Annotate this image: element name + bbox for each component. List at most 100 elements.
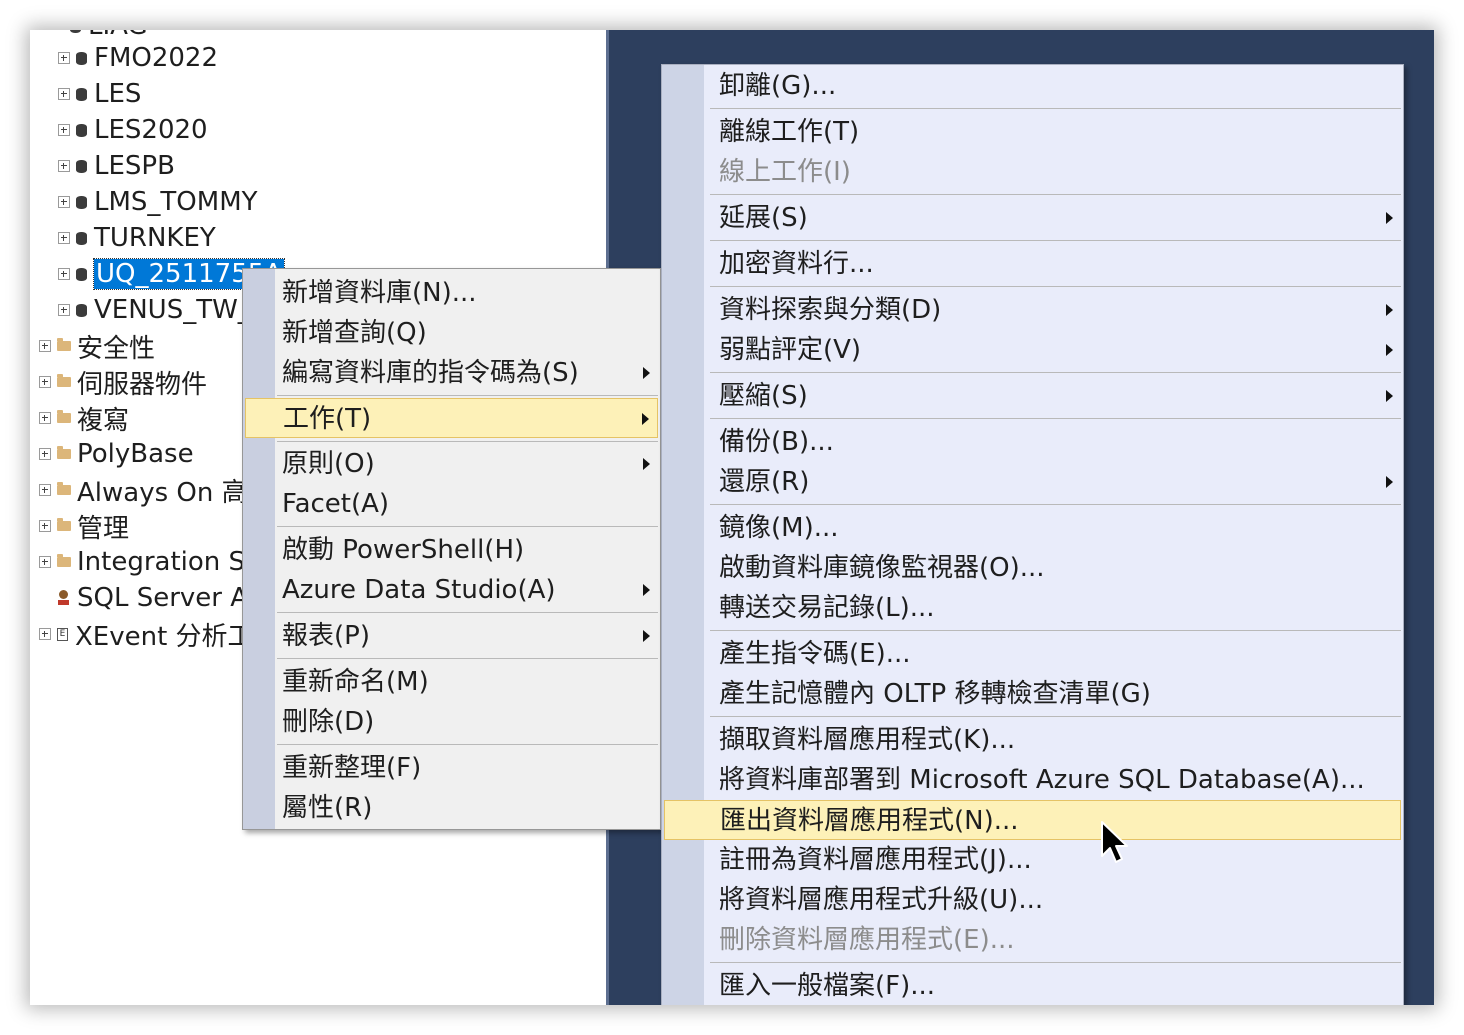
expand-icon[interactable] xyxy=(39,376,51,388)
menu-separator xyxy=(710,108,1401,109)
menu-item-take-offline[interactable]: 離線工作(T) xyxy=(664,112,1401,152)
menu-item-vulnerability-assessment[interactable]: 弱點評定(V) xyxy=(664,330,1401,370)
tree-item-database[interactable]: LMS_TOMMY xyxy=(58,184,258,220)
menu-item-shrink[interactable]: 壓縮(S) xyxy=(664,376,1401,416)
expand-icon[interactable] xyxy=(39,484,51,496)
menu-item-bring-online[interactable]: 線上工作(I) xyxy=(664,152,1401,192)
expand-icon[interactable] xyxy=(39,556,51,568)
tree-item-database[interactable]: LES2020 xyxy=(58,112,208,148)
menu-item-detach[interactable]: 卸離(G)... xyxy=(664,66,1401,106)
tree-item-label: Integration Se xyxy=(77,547,262,577)
database-icon xyxy=(76,231,87,245)
tree-item-label: XEvent 分析工 xyxy=(75,621,254,652)
menu-item-backup[interactable]: 備份(B)... xyxy=(664,422,1401,462)
expand-icon[interactable] xyxy=(58,304,70,316)
expand-icon[interactable] xyxy=(39,628,51,640)
expand-icon[interactable] xyxy=(58,160,70,172)
menu-item-import-flat-file[interactable]: 匯入一般檔案(F)... xyxy=(664,966,1401,1005)
menu-item-start-powershell[interactable]: 啟動 PowerShell(H) xyxy=(245,530,658,570)
xevent-icon: E xyxy=(57,627,68,641)
expand-icon[interactable] xyxy=(58,232,70,244)
menu-separator xyxy=(710,418,1401,419)
menu-item-stretch[interactable]: 延展(S) xyxy=(664,198,1401,238)
tree-item-management[interactable]: 管理 xyxy=(39,508,129,544)
menu-item-register-data-tier-app[interactable]: 註冊為資料層應用程式(J)... xyxy=(664,840,1401,880)
menu-item-azure-data-studio[interactable]: Azure Data Studio(A) xyxy=(245,570,658,610)
menu-item-extract-data-tier-app[interactable]: 擷取資料層應用程式(K)... xyxy=(664,720,1401,760)
database-context-menu: 新增資料庫(N)... 新增查詢(Q) 編寫資料庫的指令碼為(S) 工作(T) … xyxy=(242,268,661,830)
agent-icon xyxy=(57,590,71,606)
expand-icon[interactable] xyxy=(58,196,70,208)
database-icon xyxy=(76,123,87,137)
menu-item-deploy-to-azure-sql[interactable]: 將資料庫部署到 Microsoft Azure SQL Database(A).… xyxy=(664,760,1401,800)
expand-icon[interactable] xyxy=(58,52,70,64)
tree-item-label: FMO2022 xyxy=(94,43,219,73)
tree-item-server-objects[interactable]: 伺服器物件 xyxy=(39,364,207,400)
menu-item-ship-transaction-logs[interactable]: 轉送交易記錄(L)... xyxy=(664,588,1401,628)
menu-item-delete[interactable]: 刪除(D) xyxy=(245,702,658,742)
menu-item-upgrade-data-tier-app[interactable]: 將資料層應用程式升級(U)... xyxy=(664,880,1401,920)
database-icon xyxy=(76,303,87,317)
menu-item-properties[interactable]: 屬性(R) xyxy=(245,788,658,828)
tree-item-replication[interactable]: 複寫 xyxy=(39,400,129,436)
menu-item-policies[interactable]: 原則(O) xyxy=(245,444,658,484)
database-icon xyxy=(76,267,87,281)
menu-item-refresh[interactable]: 重新整理(F) xyxy=(245,748,658,788)
tree-item-xevent[interactable]: E XEvent 分析工 xyxy=(39,616,254,652)
menu-separator xyxy=(710,240,1401,241)
menu-item-data-discovery[interactable]: 資料探索與分類(D) xyxy=(664,290,1401,330)
tree-item-integration-services[interactable]: Integration Se xyxy=(39,544,261,580)
menu-item-launch-mirroring-monitor[interactable]: 啟動資料庫鏡像監視器(O)... xyxy=(664,548,1401,588)
submenu-arrow-icon xyxy=(1386,476,1393,488)
tree-item-database[interactable]: LESPB xyxy=(58,148,175,184)
tree-item-database[interactable]: LES xyxy=(58,76,141,112)
tree-item-database[interactable]: TURNKEY xyxy=(58,220,216,256)
expand-icon[interactable] xyxy=(39,340,51,352)
expand-icon[interactable] xyxy=(58,268,70,280)
menu-item-reports[interactable]: 報表(P) xyxy=(245,616,658,656)
menu-item-encrypt-columns[interactable]: 加密資料行... xyxy=(664,244,1401,284)
expand-icon[interactable] xyxy=(58,88,70,100)
tree-item-label: PolyBase xyxy=(77,439,194,469)
menu-item-export-data-tier-app[interactable]: 匯出資料層應用程式(N)... xyxy=(664,800,1401,840)
menu-item-generate-scripts[interactable]: 產生指令碼(E)... xyxy=(664,634,1401,674)
tree-item-always-on[interactable]: Always On 高可 xyxy=(39,472,274,508)
expand-icon[interactable] xyxy=(39,520,51,532)
database-icon xyxy=(70,30,81,33)
tree-item-label: 安全性 xyxy=(77,333,156,364)
menu-item-oltp-migration-checklist[interactable]: 產生記憶體內 OLTP 移轉檢查清單(G) xyxy=(664,674,1401,714)
menu-separator xyxy=(710,504,1401,505)
expand-icon[interactable] xyxy=(39,412,51,424)
menu-item-facets[interactable]: Facet(A) xyxy=(245,484,658,524)
tree-item-label: 伺服器物件 xyxy=(77,369,208,400)
expand-icon[interactable] xyxy=(58,124,70,136)
menu-item-mirror[interactable]: 鏡像(M)... xyxy=(664,508,1401,548)
menu-separator xyxy=(710,286,1401,287)
screenshot-frame: LIAG FMO2022 LES LES2020 LESPB LMS_TOMMY xyxy=(30,30,1434,1005)
menu-item-delete-data-tier-app[interactable]: 刪除資料層應用程式(E)... xyxy=(664,920,1401,960)
tree-item-database[interactable]: VENUS_TW_ xyxy=(58,292,251,328)
submenu-arrow-icon xyxy=(1386,344,1393,356)
submenu-arrow-icon xyxy=(642,413,649,425)
tree-item-polybase[interactable]: PolyBase xyxy=(39,436,194,472)
database-icon xyxy=(76,195,87,209)
menu-item-script-database-as[interactable]: 編寫資料庫的指令碼為(S) xyxy=(245,353,658,393)
menu-item-restore[interactable]: 還原(R) xyxy=(664,462,1401,502)
submenu-arrow-icon xyxy=(643,367,650,379)
menu-separator xyxy=(710,372,1401,373)
tree-item-label: LES xyxy=(94,79,142,109)
menu-separator xyxy=(277,612,658,613)
expand-icon[interactable] xyxy=(39,448,51,460)
tree-item-label: TURNKEY xyxy=(94,223,216,253)
tree-item-sql-server-agent[interactable]: SQL Server Ag xyxy=(57,580,265,616)
menu-item-rename[interactable]: 重新命名(M) xyxy=(245,662,658,702)
menu-item-tasks[interactable]: 工作(T) xyxy=(245,398,658,438)
submenu-arrow-icon xyxy=(1386,212,1393,224)
menu-item-new-database[interactable]: 新增資料庫(N)... xyxy=(245,273,658,313)
folder-icon xyxy=(57,518,71,531)
tree-item-database[interactable]: FMO2022 xyxy=(58,40,218,76)
submenu-arrow-icon xyxy=(643,584,650,596)
menu-separator xyxy=(277,658,658,659)
menu-item-new-query[interactable]: 新增查詢(Q) xyxy=(245,313,658,353)
tree-item-security[interactable]: 安全性 xyxy=(39,328,155,364)
